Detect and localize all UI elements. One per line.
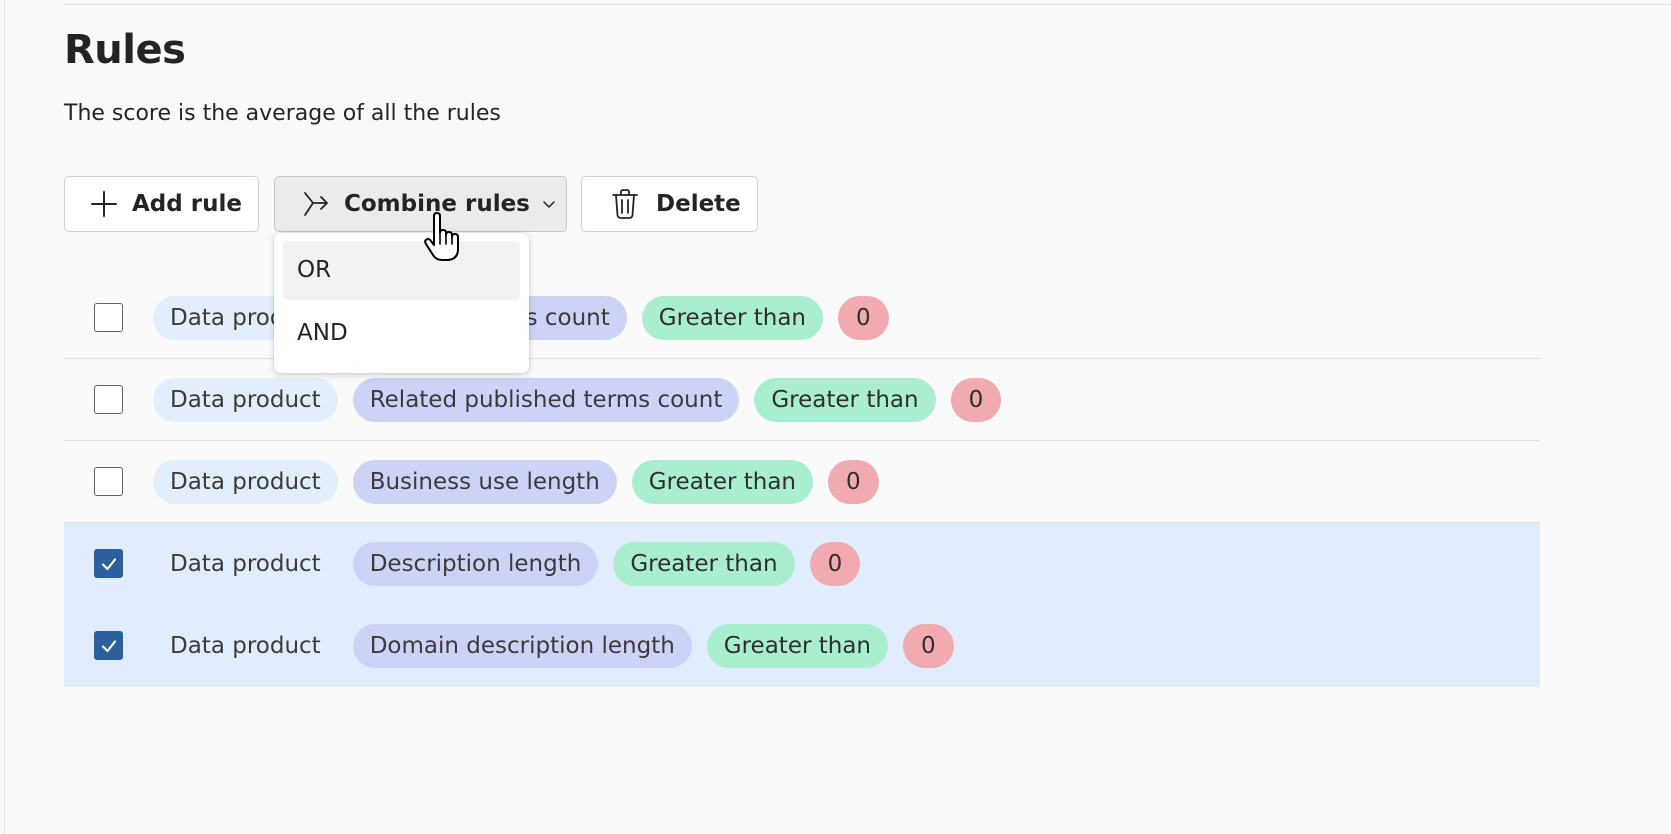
row-checkbox[interactable] [94, 549, 123, 578]
row-checkbox[interactable] [94, 303, 123, 332]
row-checkbox[interactable] [94, 631, 123, 660]
value-chip: 0 [828, 460, 879, 504]
row-checkbox[interactable] [94, 467, 123, 496]
page-title: Rules [64, 27, 186, 73]
field-chip: Description length [352, 542, 599, 586]
entity-chip: Data product [153, 460, 338, 504]
operator-chip: Greater than [706, 624, 889, 668]
field-chip: Business use length [352, 460, 617, 504]
row-checkbox[interactable] [94, 385, 123, 414]
rule-row[interactable]: Data product Business use length Greater… [64, 441, 1540, 523]
top-divider [64, 4, 1671, 5]
value-chip: 0 [950, 378, 1002, 422]
value-chip: 0 [809, 542, 861, 586]
add-rule-label: Add rule [132, 191, 242, 217]
operator-chip: Greater than [631, 460, 814, 504]
operator-chip: Greater than [754, 378, 936, 422]
delete-label: Delete [656, 191, 741, 217]
hand-pointer-icon [424, 212, 462, 268]
delete-button[interactable]: Delete [581, 176, 758, 232]
field-chip: Related published terms count [352, 378, 740, 422]
entity-chip: Data product [170, 551, 321, 577]
menu-item-and[interactable]: AND [283, 304, 520, 363]
combine-rules-menu: OR AND [274, 233, 529, 373]
entity-chip: Data product [153, 378, 338, 422]
left-divider [4, 0, 5, 834]
field-chip: Domain description length [352, 624, 692, 668]
checkmark-icon [101, 557, 116, 570]
combine-rules-button[interactable]: Combine rules [274, 176, 567, 232]
operator-chip: Greater than [613, 542, 795, 586]
trash-icon [610, 188, 640, 220]
add-rule-button[interactable]: Add rule [64, 176, 259, 232]
rule-row[interactable]: Data product Description length Greater … [64, 523, 1540, 605]
value-chip: 0 [838, 296, 889, 340]
value-chip: 0 [903, 624, 954, 668]
menu-item-or[interactable]: OR [283, 241, 520, 300]
chevron-down-icon [542, 197, 556, 211]
combine-arrow-icon [302, 190, 330, 218]
entity-chip: Data product [170, 633, 321, 659]
page-description: The score is the average of all the rule… [64, 101, 501, 126]
rule-row[interactable]: Data product Domain description length G… [64, 605, 1540, 687]
checkmark-icon [101, 639, 116, 652]
operator-chip: Greater than [641, 296, 824, 340]
plus-icon [90, 190, 118, 218]
